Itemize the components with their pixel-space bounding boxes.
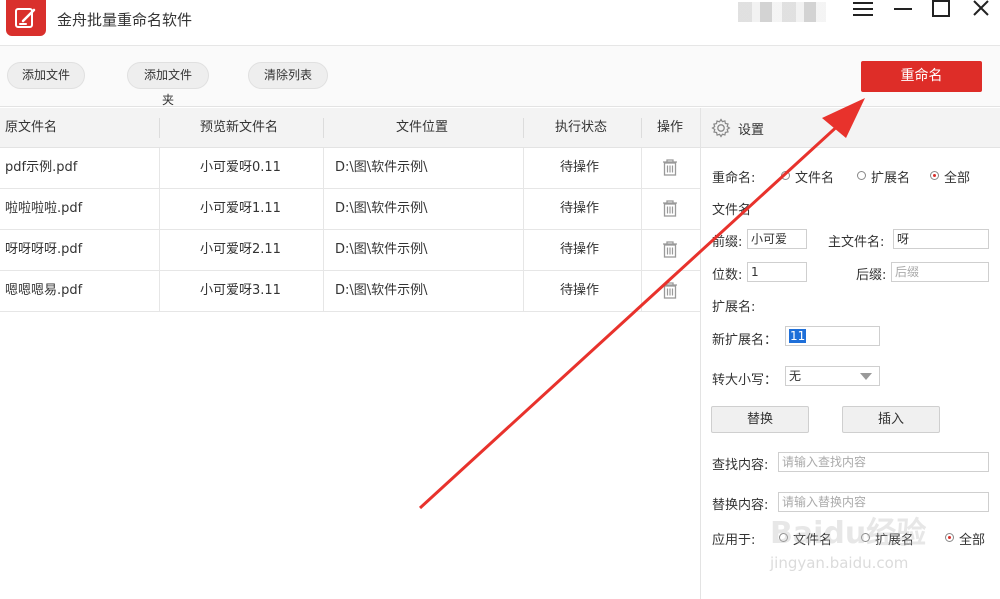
- menu-icon[interactable]: [850, 0, 876, 20]
- prefix-input[interactable]: 小可爱: [747, 229, 807, 249]
- chevron-down-icon: [860, 373, 872, 380]
- radio-extension-label: 扩展名: [871, 171, 911, 186]
- radio-all[interactable]: [930, 171, 939, 180]
- trash-icon[interactable]: [662, 159, 678, 180]
- cell-location: D:\图\软件示例\: [335, 242, 428, 257]
- prefix-label: 前缀:: [712, 235, 743, 250]
- cell-location: D:\图\软件示例\: [335, 160, 428, 175]
- gear-icon: [711, 118, 731, 142]
- close-icon[interactable]: [968, 0, 994, 20]
- header-original-name: 原文件名: [5, 120, 58, 135]
- cell-original-name: pdf示例.pdf: [5, 160, 78, 175]
- new-extension-value: 11: [789, 329, 807, 343]
- watermark-url: jingyan.baidu.com: [770, 554, 909, 572]
- cell-status: 待操作: [560, 283, 600, 298]
- digits-input[interactable]: 1: [747, 262, 807, 282]
- new-extension-label: 新扩展名：: [712, 333, 778, 348]
- settings-title: 设置: [738, 123, 765, 138]
- new-extension-input[interactable]: 11: [785, 326, 880, 346]
- table-row[interactable]: 嗯嗯嗯易.pdf 小可爱呀3.11 D:\图\软件示例\ 待操作: [0, 271, 700, 312]
- trash-icon[interactable]: [662, 200, 678, 221]
- main-name-input[interactable]: 呀: [893, 229, 989, 249]
- watermark-brand: Baidu经验: [770, 516, 927, 551]
- suffix-input[interactable]: 后缀: [891, 262, 989, 282]
- radio-extension[interactable]: [857, 171, 866, 180]
- radio-filename[interactable]: [781, 171, 790, 180]
- trash-icon[interactable]: [662, 282, 678, 303]
- window-title: 金舟批量重命名软件: [57, 11, 193, 29]
- table-row[interactable]: 啦啦啦啦.pdf 小可爱呀1.11 D:\图\软件示例\ 待操作: [0, 189, 700, 230]
- radio-filename-label: 文件名: [795, 171, 835, 186]
- filename-section-label: 文件名: [712, 203, 752, 218]
- apply-label: 应用于:: [712, 533, 756, 548]
- cell-original-name: 嗯嗯嗯易.pdf: [5, 283, 83, 298]
- cell-preview-name: 小可爱呀3.11: [200, 283, 281, 298]
- add-folder-button[interactable]: 添加文件夹: [127, 62, 209, 107]
- watermark: Baidu经验 jingyan.baidu.com: [770, 508, 970, 578]
- header-location: 文件位置: [396, 120, 449, 135]
- case-label: 转大小写：: [712, 373, 778, 388]
- cell-original-name: 呀呀呀呀.pdf: [5, 242, 83, 257]
- table-row[interactable]: 呀呀呀呀.pdf 小可爱呀2.11 D:\图\软件示例\ 待操作: [0, 230, 700, 271]
- case-select-value: 无: [789, 369, 802, 383]
- extension-section-label: 扩展名:: [712, 300, 756, 315]
- title-bar: 金舟批量重命名软件: [0, 0, 1000, 46]
- cell-preview-name: 小可爱呀2.11: [200, 242, 281, 257]
- main-name-label: 主文件名:: [828, 235, 885, 250]
- suffix-label: 后缀:: [856, 268, 887, 283]
- digits-label: 位数:: [712, 268, 743, 283]
- find-label: 查找内容:: [712, 458, 769, 473]
- cell-preview-name: 小可爱呀1.11: [200, 201, 281, 216]
- header-preview-name: 预览新文件名: [200, 120, 279, 135]
- cell-preview-name: 小可爱呀0.11: [200, 160, 281, 175]
- clear-list-button[interactable]: 清除列表: [248, 62, 328, 89]
- settings-header: 设置: [701, 108, 1000, 148]
- header-status: 执行状态: [555, 120, 608, 135]
- app-logo-icon: [6, 0, 46, 36]
- toolbar: 添加文件 添加文件夹 清除列表 重命名: [0, 46, 1000, 107]
- replace-button[interactable]: 替换: [711, 406, 809, 433]
- table-row[interactable]: pdf示例.pdf 小可爱呀0.11 D:\图\软件示例\ 待操作: [0, 148, 700, 189]
- header-action: 操作: [657, 120, 684, 135]
- maximize-icon[interactable]: [928, 0, 954, 20]
- cell-status: 待操作: [560, 160, 600, 175]
- blurred-user-area: [738, 2, 826, 22]
- replace-content-label: 替换内容:: [712, 498, 769, 513]
- insert-button[interactable]: 插入: [842, 406, 940, 433]
- rename-target-label: 重命名:: [712, 171, 756, 186]
- radio-all-label: 全部: [944, 171, 971, 186]
- trash-icon[interactable]: [662, 241, 678, 262]
- case-select[interactable]: 无: [785, 366, 880, 386]
- rename-button[interactable]: 重命名: [861, 61, 982, 92]
- cell-location: D:\图\软件示例\: [335, 201, 428, 216]
- find-input[interactable]: 请输入查找内容: [778, 452, 989, 472]
- minimize-icon[interactable]: [890, 0, 916, 20]
- add-file-button[interactable]: 添加文件: [7, 62, 85, 89]
- cell-status: 待操作: [560, 201, 600, 216]
- table-header: 原文件名 预览新文件名 文件位置 执行状态 操作: [0, 108, 700, 148]
- cell-status: 待操作: [560, 242, 600, 257]
- cell-original-name: 啦啦啦啦.pdf: [5, 201, 83, 216]
- cell-location: D:\图\软件示例\: [335, 283, 428, 298]
